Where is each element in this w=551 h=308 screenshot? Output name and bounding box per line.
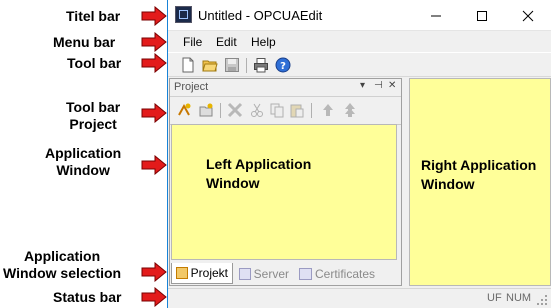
tab-server[interactable]: Server xyxy=(235,263,293,284)
move-top-icon[interactable] xyxy=(342,102,358,118)
callout-app-window-selection-line2: Window selection xyxy=(3,265,122,281)
project-pane-title: Project xyxy=(174,81,209,93)
minimize-button[interactable] xyxy=(413,0,459,31)
application-window-selection-tabs: Projekt Server Certificates xyxy=(169,262,402,286)
tab-certificates-label: Certificates xyxy=(315,266,376,281)
paste-icon[interactable] xyxy=(289,102,305,118)
save-disk-icon[interactable] xyxy=(224,57,240,73)
pane-dropdown-icon[interactable]: ▾ xyxy=(360,80,365,91)
help-icon[interactable]: ? xyxy=(275,57,291,73)
arrow-menu-bar-icon xyxy=(141,32,167,52)
copy-icon[interactable] xyxy=(269,102,285,118)
application-window: Untitled - OPCUAEdit File Edit Help ? Pr… xyxy=(167,0,551,308)
right-app-window-label-line1: Right Application xyxy=(421,157,537,173)
pane-close-icon[interactable]: ✕ xyxy=(388,80,396,91)
certificates-tab-icon xyxy=(299,267,312,280)
project-toolbar-separator-2 xyxy=(311,103,312,118)
menu-item-edit[interactable]: Edit xyxy=(216,35,237,49)
right-application-window[interactable]: Right Application Window xyxy=(409,78,551,286)
new-document-icon[interactable] xyxy=(180,57,196,73)
arrow-application-window-icon xyxy=(141,155,167,175)
arrow-status-bar-icon xyxy=(141,287,167,307)
new-item-icon[interactable] xyxy=(198,102,214,118)
callout-titel-bar: Titel bar xyxy=(66,8,121,24)
callout-application-window-selection: Application Window selection xyxy=(3,248,121,282)
tool-bar: ? xyxy=(168,52,551,77)
callout-status-bar: Status bar xyxy=(53,289,122,305)
left-app-window-label-line2: Window xyxy=(206,175,260,191)
arrow-app-window-selection-icon xyxy=(141,262,167,282)
print-icon[interactable] xyxy=(253,57,269,73)
left-app-window-label-line1: Left Application xyxy=(206,156,312,172)
maximize-button[interactable] xyxy=(459,0,505,31)
right-app-window-label-line2: Window xyxy=(421,176,475,192)
server-tab-icon xyxy=(239,267,251,280)
callout-app-window-selection-line1: Application xyxy=(23,248,101,264)
pane-pin-icon[interactable]: ⊣ xyxy=(374,80,383,91)
callout-application-window-line2: Window xyxy=(56,162,110,178)
menu-item-help[interactable]: Help xyxy=(251,35,276,49)
close-button[interactable] xyxy=(505,0,551,31)
left-app-window-label: Left Application Window xyxy=(206,155,311,193)
project-toolbar xyxy=(170,97,401,125)
svg-text:?: ? xyxy=(280,61,286,72)
minimize-icon xyxy=(431,15,441,16)
toolbar-separator xyxy=(246,58,247,73)
project-toolbar-separator-1 xyxy=(220,103,221,118)
move-up-icon[interactable] xyxy=(320,102,336,118)
tab-projekt[interactable]: Projekt xyxy=(171,263,233,284)
add-node-icon[interactable] xyxy=(176,102,192,118)
window-title: Untitled - OPCUAEdit xyxy=(198,8,323,23)
app-icon[interactable] xyxy=(175,6,192,23)
callout-tool-bar-project-line2: Project xyxy=(69,116,117,132)
project-pane-header: Project ▾ ⊣ ✕ xyxy=(170,79,401,97)
callout-application-window-line1: Application xyxy=(45,145,122,161)
arrow-titel-bar-icon xyxy=(141,6,167,26)
projekt-tab-icon xyxy=(176,267,188,279)
open-folder-icon[interactable] xyxy=(202,57,218,73)
tab-projekt-label: Projekt xyxy=(190,266,228,280)
left-application-window[interactable]: Left Application Window xyxy=(171,124,397,260)
resize-grip-icon[interactable] xyxy=(536,294,548,306)
tab-certificates[interactable]: Certificates xyxy=(295,263,383,284)
callout-tool-bar-project: Tool bar Project xyxy=(66,99,120,133)
callout-application-window: Application Window xyxy=(45,145,121,179)
close-icon xyxy=(522,10,534,21)
callout-tool-bar: Tool bar xyxy=(67,55,122,71)
maximize-icon xyxy=(477,10,487,21)
menu-item-file[interactable]: File xyxy=(183,35,202,49)
delete-icon[interactable] xyxy=(227,102,243,118)
status-indicator-uf: UF xyxy=(487,292,502,304)
arrow-tool-bar-icon xyxy=(141,53,167,73)
tab-server-label: Server xyxy=(253,266,289,281)
status-indicator-num: NUM xyxy=(506,292,532,304)
callout-menu-bar: Menu bar xyxy=(53,34,116,50)
arrow-tool-bar-project-icon xyxy=(141,103,167,123)
cut-icon[interactable] xyxy=(249,102,265,118)
menu-bar: File Edit Help xyxy=(168,31,551,52)
status-bar: UF NUM xyxy=(168,288,551,308)
right-app-window-label: Right Application Window xyxy=(421,156,536,194)
callout-tool-bar-project-line1: Tool bar xyxy=(66,99,121,115)
title-bar[interactable]: Untitled - OPCUAEdit xyxy=(168,0,551,31)
